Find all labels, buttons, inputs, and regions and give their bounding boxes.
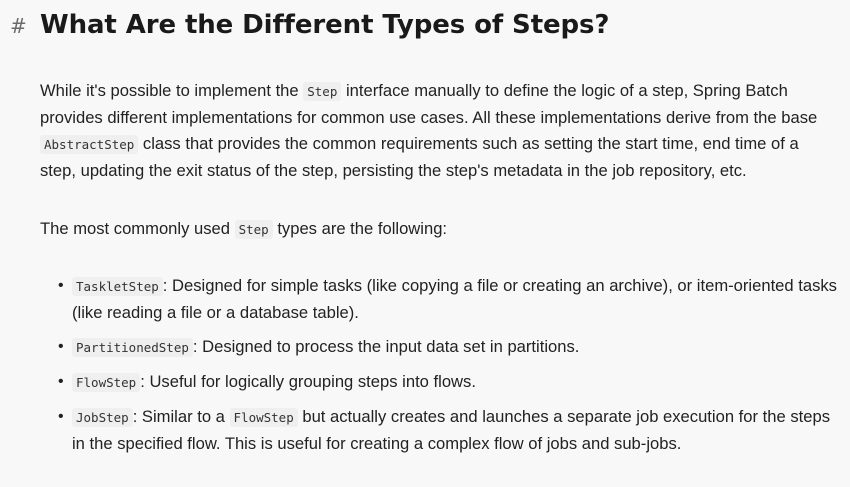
- intro-paragraph: While it's possible to implement the Ste…: [40, 78, 838, 184]
- section-heading: # What Are the Different Types of Steps?: [10, 10, 610, 40]
- list-item-jobstep: • JobStep: Similar to a FlowStep but actu…: [58, 404, 838, 457]
- list-item-text: : Designed for simple tasks (like copyin…: [72, 276, 837, 322]
- intro-text-1: While it's possible to implement the: [40, 81, 304, 100]
- inline-code-step: Step: [303, 82, 342, 101]
- list-item-text: : Useful for logically grouping steps in…: [140, 372, 476, 391]
- list-item-text: : Similar to a: [132, 407, 230, 426]
- list-item-text: : Designed to process the input data set…: [192, 337, 580, 356]
- article-body: While it's possible to implement the Ste…: [40, 78, 838, 465]
- list-item-flowstep: • FlowStep: Useful for logically grouping…: [58, 369, 838, 396]
- list-item-partitionedstep: • PartitionedStep: Designed to process th…: [58, 334, 838, 361]
- inline-code-flowstep: FlowStep: [229, 408, 298, 427]
- inline-code-jobstep: JobStep: [72, 408, 133, 427]
- step-types-list: • TaskletStep: Designed for simple tasks …: [40, 273, 838, 457]
- heading-anchor-link[interactable]: #: [10, 14, 40, 38]
- bullet-icon: •: [58, 408, 64, 425]
- inline-code-taskletstep: TaskletStep: [72, 277, 163, 296]
- bullet-icon: •: [58, 338, 64, 355]
- inline-code-partitionedstep: PartitionedStep: [72, 338, 193, 357]
- list-item-taskletstep: • TaskletStep: Designed for simple tasks …: [58, 273, 838, 326]
- inline-code-flowstep: FlowStep: [72, 373, 141, 392]
- lead-text-1: The most commonly used: [40, 219, 235, 238]
- bullet-icon: •: [58, 277, 64, 294]
- lead-paragraph: The most commonly used Step types are th…: [40, 216, 838, 243]
- inline-code-step: Step: [234, 220, 273, 239]
- intro-text-3: class that provides the common requireme…: [40, 134, 799, 180]
- bullet-icon: •: [58, 373, 64, 390]
- page-title: What Are the Different Types of Steps?: [40, 10, 610, 40]
- lead-text-2: types are the following:: [272, 219, 448, 238]
- inline-code-abstractstep: AbstractStep: [40, 135, 139, 154]
